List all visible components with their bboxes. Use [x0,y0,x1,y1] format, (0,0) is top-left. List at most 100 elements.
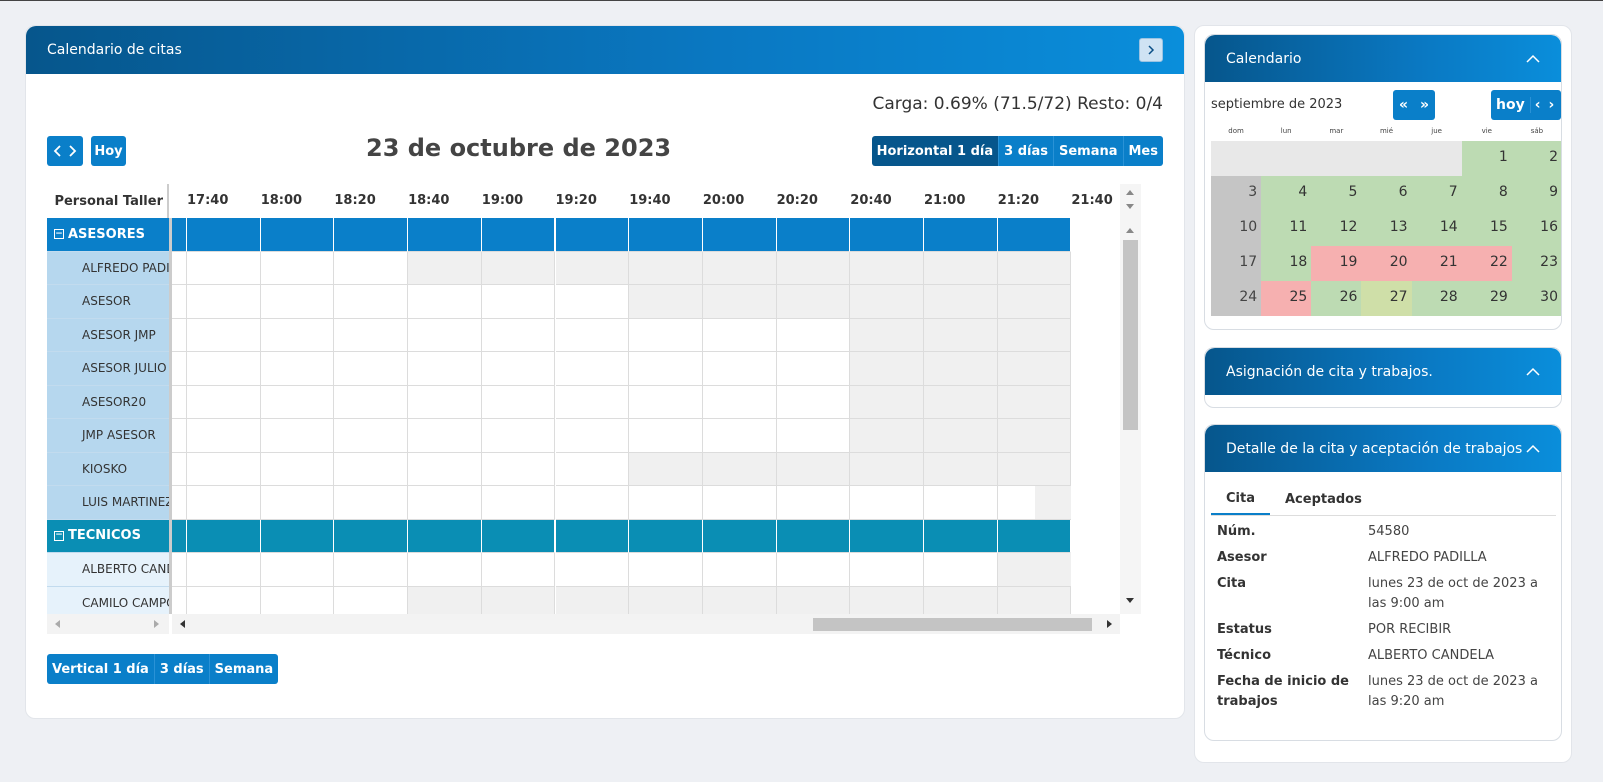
scroll-down-icon[interactable] [1126,598,1134,603]
view-week[interactable]: Semana [1053,136,1124,166]
timeline-cell[interactable] [629,452,703,486]
timeline-cell[interactable] [776,553,851,587]
timeline-cell[interactable] [1034,486,1072,520]
timeline-cell[interactable] [187,352,261,386]
timeline-cell[interactable] [1034,553,1072,587]
vertical-scrollbar[interactable] [1120,184,1141,614]
timeline-cell[interactable] [481,318,556,352]
timeline-cell[interactable] [555,553,630,587]
timeline-cell[interactable] [481,553,556,587]
timeline-cell[interactable] [997,419,1072,453]
group-timeline-cell[interactable] [187,519,261,553]
resource-row[interactable]: ASESOR20 [47,385,169,419]
calendar-day[interactable]: 1 [1461,141,1512,176]
group-timeline-cell[interactable] [334,218,409,252]
timeline-cell[interactable] [481,285,556,319]
timeline-cell[interactable] [260,385,335,419]
timeline-cell[interactable] [187,486,261,520]
today-button[interactable]: Hoy [91,136,126,166]
timeline-cell[interactable] [172,251,187,285]
calendar-day[interactable]: 21 [1411,246,1462,281]
calendar-day[interactable]: 27 [1361,281,1412,316]
calendar-day[interactable]: 26 [1311,281,1362,316]
timeline-cell[interactable] [997,385,1072,419]
resource-row[interactable]: LUIS MARTINEZ [47,486,169,520]
timeline-cell[interactable] [172,385,187,419]
timeline-cell[interactable] [629,352,703,386]
timeline-cell[interactable] [850,586,924,614]
scroll-left-icon[interactable] [180,620,185,628]
mini-today-button[interactable]: hoy [1491,97,1531,113]
chevron-left-icon[interactable]: ‹ [1531,97,1545,113]
view-vertical-3-days[interactable]: 3 días [154,654,210,684]
timeline-cell[interactable] [850,486,924,520]
group-timeline-cell[interactable] [555,218,630,252]
timeline-cell[interactable] [187,385,261,419]
calendar-day[interactable]: 28 [1411,281,1462,316]
tab-cita[interactable]: Cita [1211,483,1270,515]
calendar-day[interactable]: 19 [1311,246,1362,281]
timeline-cell[interactable] [334,251,409,285]
calendar-day[interactable]: 9 [1511,176,1561,211]
timeline-cell[interactable] [702,318,777,352]
timeline-cell[interactable] [172,486,187,520]
timeline-cell[interactable] [408,385,482,419]
timeline-cell[interactable] [408,419,482,453]
collapse-icon[interactable]: − [54,530,64,541]
timeline-cell[interactable] [172,352,187,386]
calendar-day[interactable]: 13 [1361,211,1412,246]
timeline-cell[interactable] [334,452,409,486]
group-timeline-cell[interactable] [260,519,335,553]
timeline-cell[interactable] [850,285,924,319]
timeline-cell[interactable] [260,419,335,453]
horizontal-scroll-thumb[interactable] [813,618,1092,631]
timeline-cell[interactable] [629,553,703,587]
calendar-day[interactable]: 4 [1261,176,1312,211]
timeline-cell[interactable] [776,419,851,453]
timeline-cell[interactable] [260,285,335,319]
calendar-day[interactable]: 8 [1461,176,1512,211]
chevron-right-icon[interactable]: › [1545,97,1559,113]
timeline-cell[interactable] [850,419,924,453]
timeline-cell[interactable] [408,553,482,587]
timeline-cell[interactable] [776,318,851,352]
chevron-up-icon[interactable] [1526,444,1540,454]
resource-group-tecnicos[interactable]: − TECNICOS [47,519,169,553]
group-timeline-cell[interactable] [850,519,924,553]
timeline-cell[interactable] [334,486,409,520]
timeline-cell[interactable] [260,486,335,520]
scroll-right-icon[interactable] [154,620,159,628]
timeline-cell[interactable] [776,486,851,520]
timeline-cell[interactable] [187,586,261,614]
group-timeline-cell[interactable] [481,218,556,252]
calendar-day[interactable]: 7 [1411,176,1462,211]
resource-row[interactable]: KIOSKO [47,452,169,486]
timeline-cell[interactable] [408,251,482,285]
horizontal-scrollbar[interactable] [172,614,1120,634]
resource-row[interactable]: ASESOR JULIO [47,352,169,386]
chevron-left-icon[interactable] [53,145,63,157]
timeline-cell[interactable] [924,586,998,614]
timeline-cell[interactable] [776,452,851,486]
scroll-down-icon[interactable] [1126,204,1134,209]
appointment-detail-header[interactable]: Detalle de la cita y aceptación de traba… [1205,425,1561,472]
view-horizontal-1-day[interactable]: Horizontal 1 día [871,136,1000,166]
group-timeline-cell[interactable] [924,519,998,553]
scroll-up-icon[interactable] [1126,228,1134,233]
timeline-cell[interactable] [408,486,482,520]
calendar-day[interactable]: 30 [1511,281,1561,316]
timeline-cell[interactable] [924,553,998,587]
resource-row[interactable]: CAMILO CAMPOS [47,586,169,614]
timeline-cell[interactable] [408,285,482,319]
timeline-cell[interactable] [702,452,777,486]
calendar-day[interactable]: 14 [1411,211,1462,246]
calendar-day[interactable]: 29 [1461,281,1512,316]
double-chevron-right-icon[interactable]: » [1420,97,1429,113]
calendar-day[interactable]: 17 [1211,246,1262,281]
group-timeline-cell[interactable] [702,519,777,553]
timeline-cell[interactable] [408,586,482,614]
timeline-cell[interactable] [924,486,998,520]
resource-row[interactable]: ALFREDO PADILLA [47,251,169,285]
calendar-day[interactable]: 16 [1511,211,1561,246]
group-timeline-cell[interactable] [702,218,777,252]
